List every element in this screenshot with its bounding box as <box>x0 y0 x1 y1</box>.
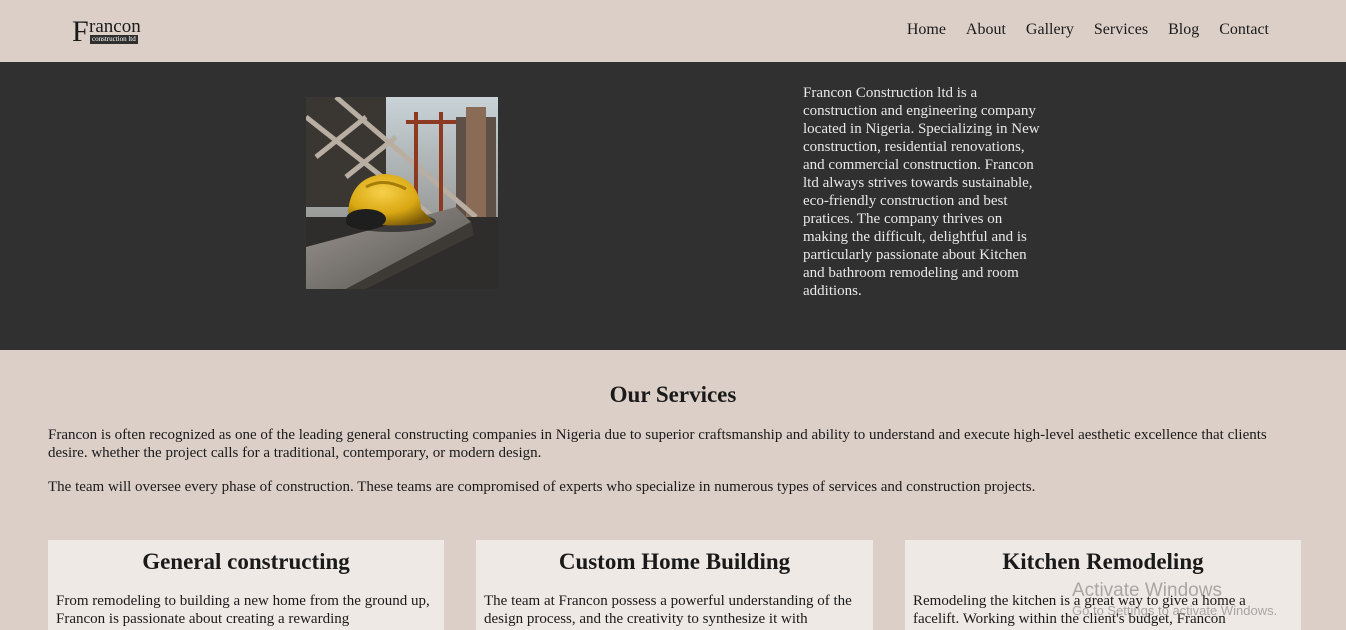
card-title: Kitchen Remodeling <box>1002 549 1204 574</box>
nav-gallery[interactable]: Gallery <box>1026 20 1074 40</box>
card-title: General constructing <box>142 549 350 574</box>
services-intro-paragraph: Francon is often recognized as one of th… <box>48 427 1267 461</box>
nav-blog[interactable]: Blog <box>1168 20 1199 40</box>
nav-services[interactable]: Services <box>1094 20 1148 40</box>
nav-home[interactable]: Home <box>907 20 946 40</box>
main-nav: Home About Gallery Services Blog Contact <box>907 20 1269 40</box>
card-title: Custom Home Building <box>558 549 791 574</box>
activate-windows-subtext: Go to Settings to activate Windows. <box>1072 603 1278 618</box>
hard-hat-photo <box>306 97 498 289</box>
nav-about[interactable]: About <box>966 20 1006 40</box>
hero-description: Francon Construction ltd is a constructi… <box>803 85 1040 299</box>
logo-letter: F <box>72 15 89 48</box>
site-header: F rancon construction ltd Home About Gal… <box>0 0 1346 62</box>
nav-contact[interactable]: Contact <box>1219 20 1269 40</box>
card-text: From remodeling to building a new home f… <box>56 593 430 627</box>
logo-tagline: construction ltd <box>90 35 138 44</box>
logo-word: rancon <box>89 16 141 37</box>
activate-windows-watermark: Activate Windows <box>1072 580 1222 601</box>
services-team-paragraph: The team will oversee every phase of con… <box>48 479 1036 495</box>
hero-section: Francon Construction ltd is a constructi… <box>0 62 1346 350</box>
services-title: Our Services <box>609 382 737 407</box>
card-text: The team at Francon possess a powerful u… <box>484 593 852 627</box>
